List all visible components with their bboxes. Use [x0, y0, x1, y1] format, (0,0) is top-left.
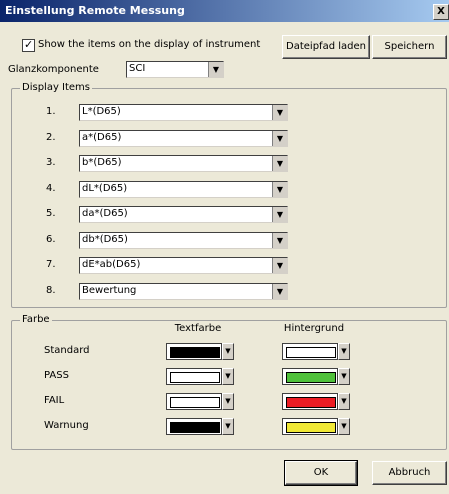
color-row-label: PASS: [44, 370, 69, 381]
save-button[interactable]: Speichern: [372, 35, 447, 59]
close-icon[interactable]: X: [433, 4, 449, 20]
chevron-down-icon[interactable]: ▼: [272, 283, 287, 299]
display-item-number: 2.: [46, 131, 56, 143]
chevron-down-icon[interactable]: ▼: [272, 258, 287, 273]
display-item-select[interactable]: db*(D65) ▼: [79, 231, 288, 249]
farbe-legend: Farbe: [20, 314, 52, 325]
display-item-value: a*(D65): [82, 131, 122, 143]
color-frame[interactable]: [282, 418, 338, 435]
display-item-value: b*(D65): [82, 157, 122, 168]
chevron-down-icon[interactable]: ▼: [222, 418, 234, 435]
color-swatch: [170, 372, 220, 383]
glanz-value: SCI: [129, 63, 146, 74]
show-items-label: Show the items on the display of instrum…: [38, 39, 261, 50]
display-item-number: 3.: [46, 157, 56, 168]
color-frame[interactable]: [282, 368, 338, 385]
display-item-select[interactable]: dE*ab(D65) ▼: [79, 257, 288, 274]
display-item-value: da*(D65): [82, 208, 128, 219]
glanz-label: Glanzkomponente: [8, 64, 99, 75]
display-item-select[interactable]: b*(D65) ▼: [79, 155, 288, 172]
display-items-group: Display Items: [11, 82, 447, 308]
bg-color-header: Hintergrund: [283, 323, 345, 334]
display-item-select[interactable]: Bewertung ▼: [79, 282, 288, 300]
color-frame[interactable]: [282, 393, 338, 410]
color-row-label: Warnung: [44, 420, 89, 431]
display-item-value: L*(D65): [82, 106, 121, 117]
window-title: Einstellung Remote Messung: [5, 4, 185, 17]
display-item-value: db*(D65): [82, 233, 128, 245]
chevron-down-icon[interactable]: ▼: [272, 232, 287, 248]
text-color-header: Textfarbe: [174, 323, 222, 334]
title-bar: Einstellung Remote Messung X: [0, 0, 449, 22]
color-swatch: [170, 422, 220, 433]
chevron-down-icon[interactable]: ▼: [208, 62, 223, 77]
show-items-checkbox[interactable]: ✓: [22, 38, 35, 52]
color-swatch: [286, 397, 336, 408]
cancel-button[interactable]: Abbruch: [372, 461, 447, 485]
display-item-value: dE*ab(D65): [82, 259, 141, 270]
display-item-select[interactable]: L*(D65) ▼: [79, 104, 288, 121]
color-row-label: FAIL: [44, 395, 65, 406]
display-item-value: Bewertung: [82, 284, 137, 296]
color-frame[interactable]: [282, 343, 338, 360]
display-item-select[interactable]: dL*(D65) ▼: [79, 180, 288, 198]
color-swatch: [170, 397, 220, 408]
chevron-down-icon[interactable]: ▼: [338, 343, 350, 360]
chevron-down-icon[interactable]: ▼: [222, 343, 234, 360]
color-frame[interactable]: [166, 418, 222, 435]
glanz-select[interactable]: SCI ▼: [126, 61, 224, 78]
ok-button[interactable]: OK: [284, 460, 358, 486]
display-item-value: dL*(D65): [82, 182, 128, 194]
chevron-down-icon[interactable]: ▼: [338, 393, 350, 410]
display-item-number: 6.: [46, 233, 56, 245]
chevron-down-icon[interactable]: ▼: [338, 368, 350, 385]
color-frame[interactable]: [166, 368, 222, 385]
display-item-number: 8.: [46, 284, 56, 296]
color-swatch: [286, 347, 336, 358]
display-item-number: 1.: [46, 106, 56, 117]
chevron-down-icon[interactable]: ▼: [272, 130, 287, 146]
chevron-down-icon[interactable]: ▼: [272, 181, 287, 197]
display-item-select[interactable]: da*(D65) ▼: [79, 206, 288, 223]
color-frame[interactable]: [166, 343, 222, 360]
display-items-legend: Display Items: [20, 82, 93, 93]
chevron-down-icon[interactable]: ▼: [338, 418, 350, 435]
display-item-number: 4.: [46, 182, 56, 194]
check-icon: ✓: [24, 38, 34, 51]
chevron-down-icon[interactable]: ▼: [272, 105, 287, 120]
color-swatch: [170, 347, 220, 358]
chevron-down-icon[interactable]: ▼: [272, 207, 287, 222]
color-swatch: [286, 422, 336, 433]
chevron-down-icon[interactable]: ▼: [222, 393, 234, 410]
chevron-down-icon[interactable]: ▼: [272, 156, 287, 171]
color-swatch: [286, 372, 336, 383]
load-path-button[interactable]: Dateipfad laden: [282, 35, 370, 59]
display-item-number: 5.: [46, 208, 56, 219]
color-frame[interactable]: [166, 393, 222, 410]
display-item-number: 7.: [46, 259, 56, 270]
chevron-down-icon[interactable]: ▼: [222, 368, 234, 385]
display-item-select[interactable]: a*(D65) ▼: [79, 129, 288, 147]
color-row-label: Standard: [44, 345, 90, 356]
